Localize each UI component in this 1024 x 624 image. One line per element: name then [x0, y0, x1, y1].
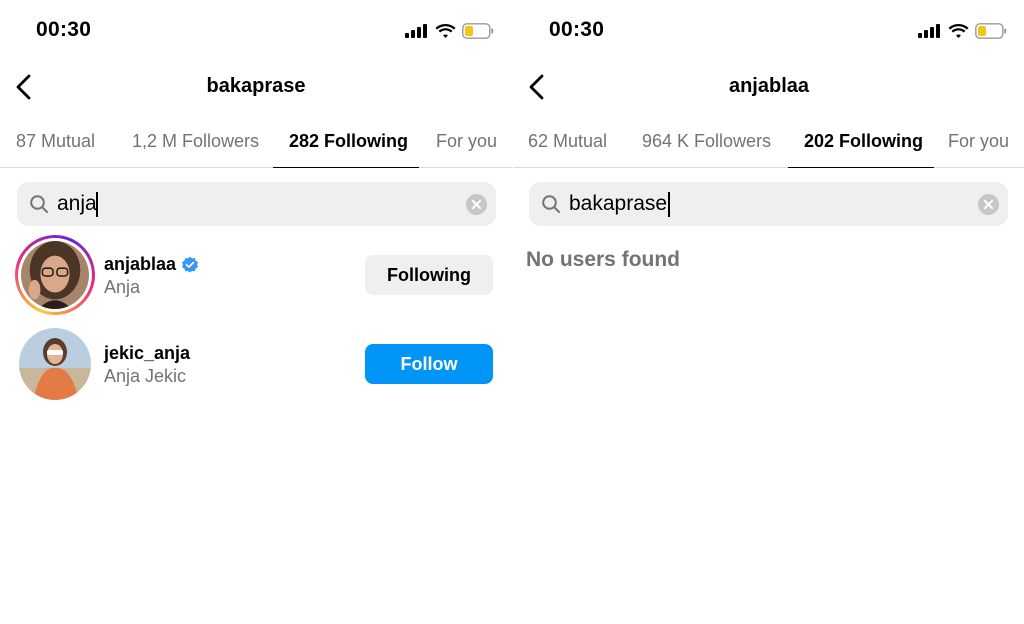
search-icon	[542, 195, 560, 213]
right-phone-screen: 00:30 anjablaa 62 Mutual 964 K Followers…	[513, 0, 1024, 624]
avatar	[21, 241, 89, 309]
verified-badge-icon	[182, 256, 199, 273]
story-ring[interactable]	[15, 235, 95, 315]
tab-for-you[interactable]: For you	[436, 118, 497, 168]
user-row[interactable]: jekic_anja Anja Jekic Follow	[0, 322, 512, 406]
left-phone-screen: 00:30 bakaprase 87 Mutual 1,2 M Follower…	[0, 0, 512, 624]
battery-icon	[975, 23, 1007, 39]
tab-mutual[interactable]: 62 Mutual	[528, 118, 607, 168]
search-input[interactable]	[57, 188, 437, 220]
status-time: 00:30	[549, 18, 605, 41]
full-name: Anja	[104, 277, 141, 297]
profile-header: bakaprase	[0, 66, 512, 110]
text-caret	[668, 192, 670, 217]
avatar-container[interactable]	[15, 324, 95, 404]
follow-button[interactable]: Follow	[365, 344, 493, 384]
text-caret	[96, 192, 98, 217]
empty-results-message: No users found	[526, 248, 681, 271]
search-bar	[529, 182, 1008, 226]
avatar	[19, 328, 91, 400]
page-title: anjablaa	[728, 75, 810, 97]
tab-mutual[interactable]: 87 Mutual	[16, 118, 95, 168]
status-bar: 00:30	[513, 0, 1024, 60]
follow-tabs: 87 Mutual 1,2 M Followers 282 Following …	[0, 118, 512, 168]
username[interactable]: jekic_anja	[104, 343, 190, 364]
status-icons	[405, 20, 494, 42]
status-icons	[918, 20, 1007, 42]
wifi-icon	[948, 23, 969, 38]
following-button[interactable]: Following	[365, 255, 493, 295]
full-name: Anja Jekic	[104, 366, 187, 386]
tab-followers[interactable]: 1,2 M Followers	[132, 118, 259, 168]
status-bar: 00:30	[0, 0, 512, 60]
follow-tabs: 62 Mutual 964 K Followers 202 Following …	[513, 118, 1024, 168]
cellular-signal-icon	[918, 24, 940, 38]
battery-icon	[462, 23, 494, 39]
search-bar	[17, 182, 496, 226]
user-row[interactable]: anjablaa Anja Following	[0, 233, 512, 317]
username-text[interactable]: anjablaa	[104, 254, 176, 275]
tab-following[interactable]: 282 Following	[289, 118, 408, 168]
search-icon	[30, 195, 48, 213]
clear-icon[interactable]	[466, 194, 487, 215]
page-title: bakaprase	[206, 75, 306, 97]
search-input[interactable]	[569, 188, 949, 220]
profile-header: anjablaa	[513, 66, 1024, 110]
username[interactable]: anjablaa	[104, 254, 199, 275]
status-time: 00:30	[36, 18, 92, 41]
tab-followers[interactable]: 964 K Followers	[642, 118, 771, 168]
cellular-signal-icon	[405, 24, 427, 38]
active-tab-indicator	[788, 166, 934, 168]
wifi-icon	[435, 23, 456, 38]
tab-for-you[interactable]: For you	[948, 118, 1009, 168]
tab-following[interactable]: 202 Following	[804, 118, 923, 168]
active-tab-indicator	[273, 166, 419, 168]
username-text[interactable]: jekic_anja	[104, 343, 190, 364]
clear-icon[interactable]	[978, 194, 999, 215]
